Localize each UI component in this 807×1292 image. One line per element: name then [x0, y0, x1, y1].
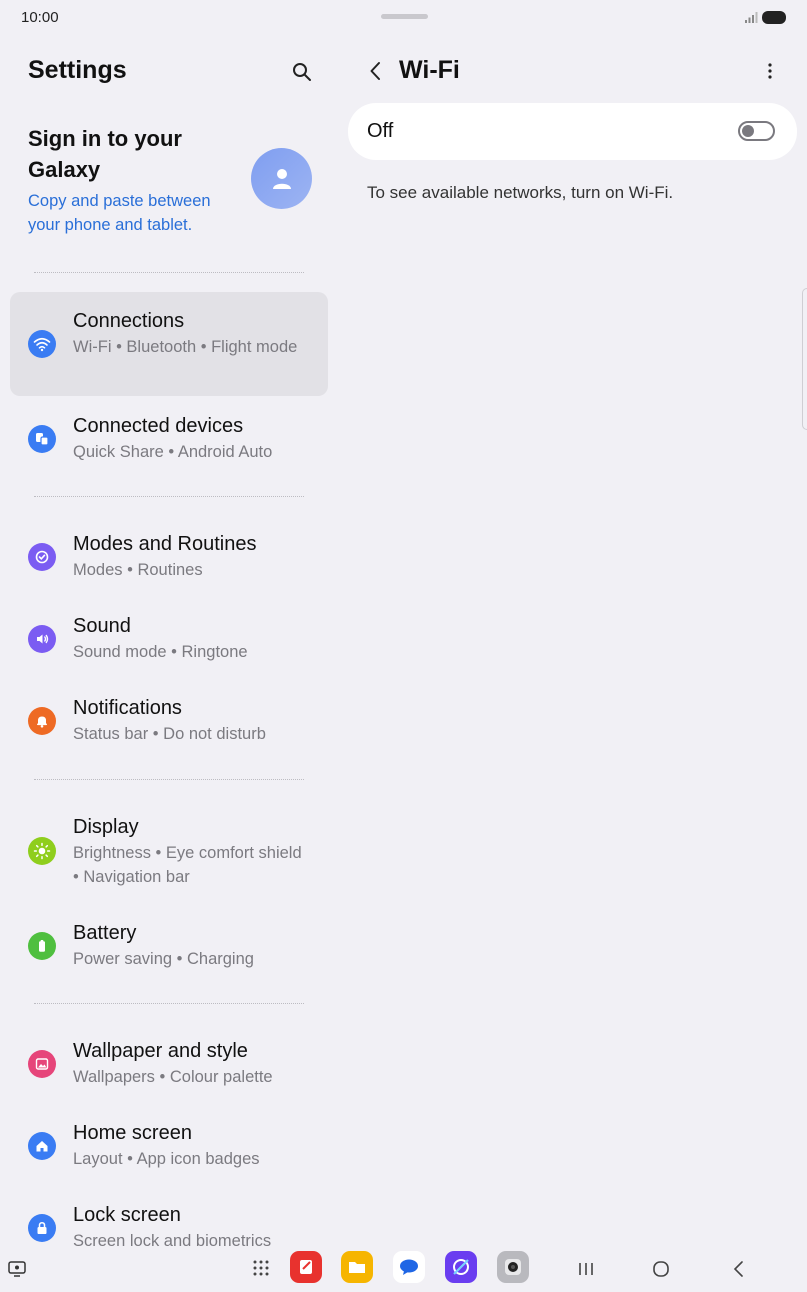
menu-item-subtitle: Modes • Routines: [73, 561, 203, 579]
signal-icon: [745, 12, 758, 23]
menu-item-home-screen[interactable]: Home screen Layout • App icon badges: [10, 1105, 328, 1185]
menu-item-connected-devices[interactable]: Connected devices Quick Share • Android …: [10, 398, 328, 490]
back-button[interactable]: [362, 57, 388, 85]
menu-item-title: Battery: [73, 922, 137, 944]
menu-item-subtitle: Wi-Fi • Bluetooth • Flight mode: [73, 338, 298, 356]
menu-item-notifications[interactable]: Notifications Status bar • Do not distur…: [10, 680, 328, 760]
wallpaper-icon: [28, 1050, 56, 1078]
home-circle-icon: [653, 1261, 669, 1277]
battery-icon: [28, 932, 56, 960]
internet-app-icon[interactable]: [445, 1251, 477, 1283]
recents-icon: [579, 1263, 593, 1275]
settings-pane: Settings Sign in to your Galaxy Copy and…: [0, 36, 338, 1246]
sun-icon: [28, 837, 56, 865]
drag-handle[interactable]: [381, 14, 428, 19]
menu-item-subtitle: Status bar • Do not disturb: [73, 725, 266, 743]
notes-app-icon[interactable]: [290, 1251, 322, 1283]
menu-item-title: Lock screen: [73, 1204, 181, 1226]
page-title: Settings: [28, 56, 127, 84]
divider: [34, 272, 304, 273]
menu-item-connections[interactable]: Connections Wi-Fi • Bluetooth • Flight m…: [10, 292, 328, 396]
home-icon: [28, 1132, 56, 1160]
bell-icon: [28, 707, 56, 735]
battery-status-icon: [762, 11, 786, 24]
edge-panel-handle[interactable]: [802, 288, 807, 430]
person-icon: [272, 168, 291, 189]
screen-recorder-button[interactable]: [6, 1258, 28, 1280]
back-arrow-icon: [733, 1261, 743, 1277]
more-vertical-icon: [768, 63, 772, 79]
wifi-page-title: Wi-Fi: [399, 56, 460, 84]
wifi-toggle-switch[interactable]: [738, 121, 775, 141]
menu-item-display[interactable]: Display Brightness • Eye comfort shield …: [10, 799, 328, 903]
menu-item-lock-screen[interactable]: Lock screen Screen lock and biometrics: [10, 1187, 328, 1246]
nav-back-button[interactable]: [726, 1257, 750, 1281]
menu-item-subtitle: Layout • App icon badges: [73, 1150, 260, 1168]
files-app-icon[interactable]: [341, 1251, 373, 1283]
menu-item-subtitle: Sound mode • Ringtone: [73, 643, 248, 661]
navigation-bar: [0, 1246, 807, 1292]
menu-item-title: Wallpaper and style: [73, 1040, 248, 1062]
divider: [34, 496, 304, 497]
routines-icon: [28, 543, 56, 571]
chevron-left-icon: [370, 62, 380, 80]
wifi-icon: [28, 330, 56, 358]
home-button[interactable]: [649, 1257, 673, 1281]
account-title[interactable]: Sign in to your Galaxy: [28, 123, 228, 185]
status-time: 10:00: [21, 9, 59, 26]
menu-item-subtitle: Quick Share • Android Auto: [73, 443, 273, 461]
divider: [34, 779, 304, 780]
menu-item-sound[interactable]: Sound Sound mode • Ringtone: [10, 598, 328, 678]
recents-button[interactable]: [574, 1257, 598, 1281]
app-drawer-icon: [253, 1260, 269, 1276]
account-subtitle[interactable]: Copy and paste between your phone and ta…: [28, 189, 238, 237]
menu-item-subtitle: Power saving • Charging: [73, 950, 254, 968]
messages-app-icon[interactable]: [393, 1251, 425, 1283]
menu-item-title: Sound: [73, 615, 131, 637]
search-button[interactable]: [288, 58, 316, 86]
menu-item-wallpaper[interactable]: Wallpaper and style Wallpapers • Colour …: [10, 1023, 328, 1103]
menu-item-title: Display: [73, 816, 139, 838]
menu-item-subtitle: Screen lock and biometrics: [73, 1232, 272, 1246]
menu-item-battery[interactable]: Battery Power saving • Charging: [10, 905, 328, 985]
menu-item-title: Modes and Routines: [73, 533, 257, 555]
status-bar: 10:00: [0, 0, 807, 36]
app-drawer-button[interactable]: [249, 1256, 273, 1280]
camera-app-icon[interactable]: [497, 1251, 529, 1283]
menu-item-title: Notifications: [73, 697, 182, 719]
toggle-knob: [742, 125, 754, 137]
menu-item-subtitle: Wallpapers • Colour palette: [73, 1068, 273, 1086]
menu-item-title: Home screen: [73, 1122, 192, 1144]
menu-item-modes-routines[interactable]: Modes and Routines Modes • Routines: [10, 516, 328, 596]
lock-icon: [28, 1214, 56, 1242]
speaker-icon: [28, 625, 56, 653]
menu-item-title: Connections: [73, 310, 185, 332]
more-options-button[interactable]: [758, 58, 782, 84]
screen-recorder-icon: [8, 1261, 26, 1277]
devices-icon: [28, 425, 56, 453]
avatar[interactable]: [251, 148, 312, 209]
wifi-toggle-card[interactable]: Off: [348, 103, 797, 160]
menu-item-title: Connected devices: [73, 415, 244, 437]
search-icon: [293, 63, 311, 81]
menu-item-subtitle: Brightness • Eye comfort shield • Naviga…: [73, 844, 302, 886]
wifi-state-label: Off: [367, 120, 394, 142]
wifi-hint-text: To see available networks, turn on Wi-Fi…: [367, 183, 674, 202]
divider: [34, 1003, 304, 1004]
